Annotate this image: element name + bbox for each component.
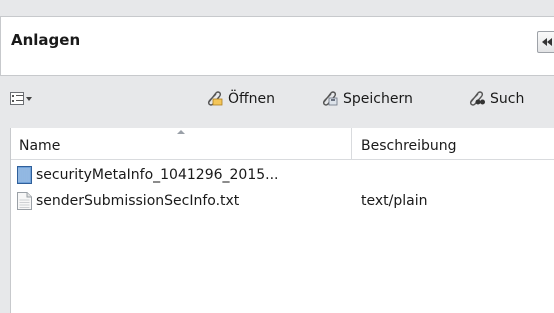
column-header-name-label: Name xyxy=(19,138,61,154)
column-header-description[interactable]: Beschreibung xyxy=(352,128,554,159)
save-button[interactable]: Speichern xyxy=(320,89,413,109)
list-item[interactable]: securityMetaInfo_1041296_2015... xyxy=(11,162,554,188)
chevron-down-icon xyxy=(26,97,32,101)
file-name: securityMetaInfo_1041296_2015... xyxy=(36,167,279,183)
open-label: Öffnen xyxy=(228,91,276,107)
list-view-icon xyxy=(10,92,24,105)
column-header-row: Name Beschreibung xyxy=(11,128,554,160)
left-rail xyxy=(0,84,10,313)
column-header-name[interactable]: Name xyxy=(11,128,352,159)
file-description: text/plain xyxy=(361,193,428,209)
list-item[interactable]: senderSubmissionSecInfo.txt text/plain xyxy=(11,188,554,214)
paperclip-save-icon xyxy=(322,91,338,106)
open-button[interactable]: Öffnen xyxy=(205,89,275,109)
panel-title: Anlagen xyxy=(11,31,81,49)
document-blue-icon xyxy=(17,166,32,184)
text-file-icon xyxy=(17,192,32,210)
collapse-panel-button[interactable] xyxy=(537,31,554,53)
column-header-description-label: Beschreibung xyxy=(361,138,457,154)
attachments-list: Name Beschreibung securityMetaInfo_10412… xyxy=(10,128,554,313)
attachments-toolbar: Öffnen Speichern Such xyxy=(0,84,554,114)
collapse-left-icon-2 xyxy=(547,38,552,46)
paperclip-open-icon xyxy=(207,91,223,106)
search-label: Such xyxy=(490,91,525,107)
view-options-menu[interactable] xyxy=(10,90,32,108)
file-name: senderSubmissionSecInfo.txt xyxy=(36,193,240,209)
sort-ascending-icon xyxy=(177,130,185,134)
panel-header: Anlagen xyxy=(0,16,554,76)
search-button[interactable]: Such xyxy=(467,89,524,109)
paperclip-search-icon xyxy=(469,91,485,106)
attachments-window: Anlagen Öffnen Speichern Such Name Besch… xyxy=(0,0,554,313)
save-label: Speichern xyxy=(343,91,413,107)
